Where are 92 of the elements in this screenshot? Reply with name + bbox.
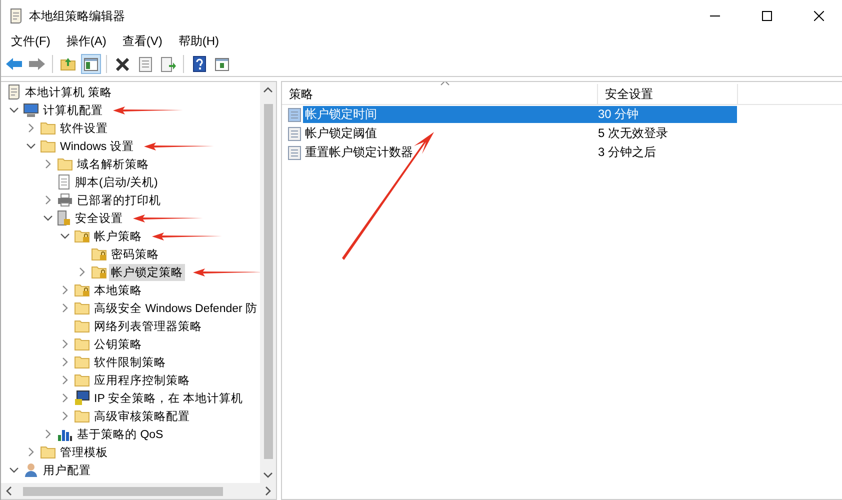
security-setting: 30 分钟 bbox=[590, 106, 737, 123]
tree-item[interactable]: 域名解析策略 bbox=[75, 156, 151, 172]
security-setting: 3 分钟之后 bbox=[597, 144, 658, 161]
scroll-icon bbox=[9, 8, 23, 24]
close-icon bbox=[814, 11, 824, 21]
expand-chevron-icon[interactable] bbox=[60, 393, 70, 403]
expand-chevron-icon[interactable] bbox=[26, 447, 36, 457]
locked-folder-icon bbox=[74, 283, 90, 297]
folder-icon bbox=[74, 337, 90, 351]
server-lock-icon bbox=[57, 210, 71, 226]
tree-item[interactable]: 密码策略 bbox=[109, 246, 161, 262]
tree-item[interactable]: 基于策略的 QoS bbox=[75, 426, 166, 442]
maximize-icon bbox=[762, 11, 772, 21]
menu-item[interactable]: 操作(A) bbox=[60, 32, 112, 50]
tree-item[interactable]: 本地策略 bbox=[92, 282, 144, 298]
expand-chevron-icon[interactable] bbox=[77, 267, 87, 277]
scrollbar-thumb[interactable] bbox=[264, 104, 272, 459]
expand-chevron-icon[interactable] bbox=[26, 123, 36, 133]
printer-icon bbox=[57, 193, 73, 207]
folder-icon bbox=[74, 319, 90, 333]
tree-pane-icon bbox=[84, 58, 98, 70]
collapse-chevron-icon[interactable] bbox=[9, 465, 19, 475]
tree-item[interactable]: 已部署的打印机 bbox=[75, 192, 163, 208]
monitor-lock-icon bbox=[74, 390, 90, 406]
help-icon bbox=[192, 56, 206, 72]
folder-icon bbox=[74, 355, 90, 369]
policy-icon bbox=[288, 146, 301, 160]
policy-icon bbox=[288, 126, 301, 140]
document-icon bbox=[57, 174, 71, 190]
policy-name[interactable]: 帐户锁定阈值 bbox=[303, 125, 590, 142]
folder-icon bbox=[40, 121, 56, 135]
tree-item[interactable]: 公钥策略 bbox=[92, 336, 144, 352]
tree-item[interactable]: 脚本(启动/关机) bbox=[73, 174, 160, 190]
collapse-chevron-icon[interactable] bbox=[43, 213, 53, 223]
collapse-chevron-icon[interactable] bbox=[26, 141, 36, 151]
expand-chevron-icon[interactable] bbox=[43, 429, 53, 439]
policy-icon bbox=[288, 108, 301, 122]
tree-item[interactable]: 安全设置 bbox=[73, 210, 125, 226]
computer-icon bbox=[23, 102, 39, 118]
expand-chevron-icon[interactable] bbox=[60, 339, 70, 349]
expand-chevron-icon[interactable] bbox=[60, 375, 70, 385]
tree-item[interactable]: 用户配置 bbox=[41, 462, 93, 478]
locked-folder-icon bbox=[74, 229, 90, 243]
export-list-icon bbox=[160, 56, 176, 72]
folder-icon bbox=[40, 445, 56, 459]
locked-folder-icon bbox=[91, 247, 107, 261]
column-header[interactable]: 安全设置 bbox=[598, 84, 738, 104]
policy-name[interactable]: 重置帐户锁定计数器 bbox=[303, 144, 590, 161]
window-title: 本地组策略编辑器 bbox=[29, 8, 126, 24]
tree-item[interactable]: IP 安全策略，在 本地计算机 bbox=[92, 390, 246, 406]
expand-chevron-icon[interactable] bbox=[43, 159, 53, 169]
expand-chevron-icon[interactable] bbox=[60, 285, 70, 295]
tree-item[interactable]: 帐户锁定策略 bbox=[109, 264, 185, 280]
folder-icon bbox=[74, 373, 90, 387]
tree-item[interactable]: 高级审核策略配置 bbox=[92, 408, 192, 424]
forward-arrow-icon bbox=[29, 58, 45, 70]
properties-icon bbox=[138, 56, 152, 72]
folder-icon bbox=[74, 301, 90, 315]
collapse-chevron-icon[interactable] bbox=[60, 231, 70, 241]
menu-item[interactable]: 帮助(H) bbox=[172, 32, 225, 50]
collapse-chevron-icon[interactable] bbox=[9, 105, 19, 115]
folder-icon bbox=[57, 157, 73, 171]
folder-icon bbox=[40, 139, 56, 153]
tree-item[interactable]: 应用程序控制策略 bbox=[92, 372, 192, 388]
tree-item[interactable]: 帐户策略 bbox=[92, 228, 144, 244]
tree-item[interactable]: 软件限制策略 bbox=[92, 354, 168, 370]
tree-item[interactable]: 本地计算机 策略 bbox=[23, 84, 114, 100]
expand-chevron-icon[interactable] bbox=[60, 303, 70, 313]
locked-folder-icon bbox=[91, 265, 107, 279]
back-arrow-icon bbox=[6, 58, 22, 70]
scrollbar-thumb[interactable] bbox=[23, 486, 223, 496]
security-setting: 5 次无效登录 bbox=[597, 125, 670, 142]
bar-chart-icon bbox=[57, 427, 73, 441]
scroll-icon bbox=[7, 84, 21, 100]
delete-icon bbox=[116, 58, 128, 70]
user-icon bbox=[23, 462, 39, 478]
console-window-icon bbox=[215, 58, 229, 70]
menu-item[interactable]: 文件(F) bbox=[5, 32, 56, 50]
tree-item[interactable]: 软件设置 bbox=[58, 120, 110, 136]
expand-chevron-icon[interactable] bbox=[60, 411, 70, 421]
tree-item[interactable]: 管理模板 bbox=[58, 444, 110, 460]
menu-item[interactable]: 查看(V) bbox=[116, 32, 168, 50]
tree-item[interactable]: 高级安全 Windows Defender 防 bbox=[92, 300, 260, 316]
expand-chevron-icon[interactable] bbox=[43, 195, 53, 205]
tree-item[interactable]: 计算机配置 bbox=[41, 102, 105, 118]
policy-name[interactable]: 帐户锁定时间 bbox=[303, 106, 590, 123]
column-header[interactable]: 策略 bbox=[282, 84, 598, 104]
tree-item[interactable]: 网络列表管理器策略 bbox=[92, 318, 204, 334]
tree-item[interactable]: Windows 设置 bbox=[58, 138, 136, 154]
expand-chevron-icon[interactable] bbox=[60, 357, 70, 367]
folder-icon bbox=[74, 409, 90, 423]
folder-up-icon bbox=[60, 57, 76, 71]
